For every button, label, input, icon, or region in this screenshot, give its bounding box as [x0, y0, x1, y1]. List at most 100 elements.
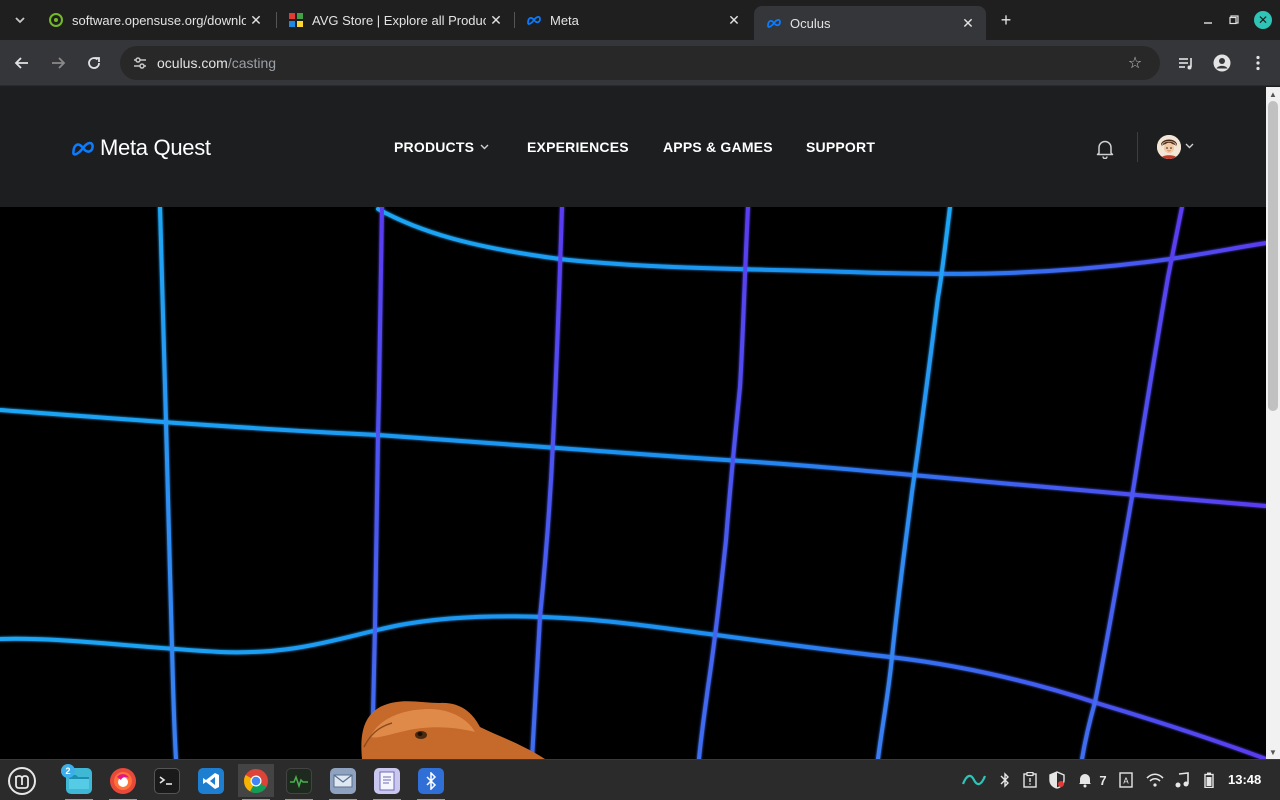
reload-button[interactable] — [82, 51, 106, 75]
site-info-button[interactable] — [128, 51, 152, 75]
tab-avg[interactable]: AVG Store | Explore all Products ✕ — [276, 0, 514, 40]
taskbar-bluetooth[interactable] — [413, 764, 449, 800]
arrow-left-icon — [14, 57, 28, 69]
tune-icon — [134, 57, 146, 69]
avatar-image — [1157, 135, 1181, 159]
linux-mint-menu-button[interactable] — [4, 764, 40, 797]
new-tab-button[interactable]: + — [996, 10, 1016, 30]
clock[interactable]: 13:48 — [1228, 772, 1261, 787]
tab-title: software.opensuse.org/download — [72, 12, 246, 28]
user-avatar[interactable] — [1157, 135, 1181, 159]
meta-quest-logo[interactable]: Meta Quest — [70, 135, 211, 161]
close-window-icon[interactable]: ✕ — [1254, 11, 1272, 29]
taskbar-files[interactable]: 2 — [61, 764, 97, 800]
close-tab-icon[interactable]: ✕ — [958, 13, 978, 33]
url-path: /casting — [227, 55, 277, 71]
scrollbar-thumb[interactable] — [1268, 101, 1278, 411]
tab-search-button[interactable] — [8, 8, 32, 32]
firefox-icon — [110, 767, 136, 794]
bluetooth-tray-icon[interactable] — [996, 770, 1014, 790]
tab-title: Oculus — [790, 15, 831, 31]
clipboard-tray-icon[interactable] — [1020, 770, 1040, 790]
url-host: oculus.com — [157, 55, 228, 71]
svg-text:A: A — [1123, 777, 1129, 786]
chevron-down-icon[interactable] — [1185, 141, 1194, 151]
terminal-icon — [154, 767, 180, 794]
meta-favicon-icon — [766, 15, 782, 31]
neon-grid-graphic — [0, 205, 1266, 759]
taskbar-terminal[interactable] — [149, 764, 185, 797]
nav-label: EXPERIENCES — [527, 139, 629, 155]
bell-icon — [1096, 140, 1114, 159]
media-queue-icon — [1179, 58, 1192, 70]
bookmark-star-icon[interactable]: ☆ — [1124, 52, 1146, 74]
mint-logo-icon — [8, 766, 36, 795]
tab-opensuse[interactable]: software.opensuse.org/download ✕ — [36, 0, 274, 40]
nav-products[interactable]: PRODUCTS — [394, 139, 489, 155]
browser-toolbar: oculus.com/casting ☆ — [0, 40, 1280, 86]
hero-visual — [0, 205, 1266, 759]
tab-strip: software.opensuse.org/download ✕ AVG Sto… — [0, 0, 1280, 40]
mail-icon — [330, 767, 356, 794]
vscode-icon — [198, 767, 224, 794]
minimize-icon[interactable] — [1198, 10, 1218, 30]
notifications-button[interactable] — [1093, 137, 1117, 161]
forward-button[interactable] — [46, 51, 70, 75]
url-text[interactable]: oculus.com/casting — [157, 55, 276, 71]
shield-tray-icon[interactable] — [1046, 770, 1068, 790]
chevron-down-icon — [15, 17, 25, 24]
opensuse-favicon-icon — [48, 12, 64, 28]
meta-logo-icon — [72, 141, 94, 156]
scroll-up-icon[interactable]: ▲ — [1266, 87, 1280, 101]
taskbar-system-monitor[interactable] — [281, 764, 317, 800]
maximize-icon[interactable] — [1224, 10, 1244, 30]
chrome-icon — [243, 768, 269, 794]
browser-menu-button[interactable] — [1246, 51, 1270, 75]
scroll-down-icon[interactable]: ▼ — [1266, 745, 1280, 759]
sound-tray-icon[interactable] — [1172, 770, 1192, 790]
site-header: Meta Quest PRODUCTS EXPERIENCES APPS & G… — [0, 87, 1266, 207]
nav-label: SUPPORT — [806, 139, 876, 155]
person-icon — [1213, 54, 1231, 72]
nav-experiences[interactable]: EXPERIENCES — [527, 139, 629, 155]
reload-icon — [88, 57, 100, 69]
close-tab-icon[interactable]: ✕ — [486, 10, 506, 30]
address-bar[interactable]: oculus.com/casting ☆ — [120, 46, 1160, 80]
meta-favicon-icon — [526, 12, 542, 28]
avg-favicon-icon — [288, 12, 304, 28]
text-editor-icon — [374, 767, 400, 794]
taskbar-vscode[interactable] — [193, 764, 229, 797]
battery-tray-icon[interactable] — [1200, 770, 1218, 790]
page-scrollbar[interactable]: ▲ ▼ — [1266, 87, 1280, 759]
nav-apps-games[interactable]: APPS & GAMES — [663, 139, 773, 155]
close-tab-icon[interactable]: ✕ — [724, 10, 744, 30]
bluetooth-icon — [418, 767, 444, 794]
tab-title: Meta — [550, 12, 579, 28]
document-tray-icon[interactable]: A — [1116, 770, 1136, 790]
taskbar-chrome[interactable] — [238, 764, 274, 800]
taskbar-mail[interactable] — [325, 764, 361, 800]
notifications-tray-icon[interactable] — [1074, 770, 1096, 790]
arrow-right-icon — [52, 57, 66, 69]
nav-label: APPS & GAMES — [663, 139, 773, 155]
tab-meta[interactable]: Meta ✕ — [514, 0, 752, 40]
creature-illustration — [361, 701, 545, 759]
back-button[interactable] — [10, 51, 34, 75]
tab-oculus[interactable]: Oculus ✕ — [754, 6, 986, 40]
web-page: Meta Quest PRODUCTS EXPERIENCES APPS & G… — [0, 87, 1266, 759]
profile-button[interactable] — [1210, 51, 1234, 75]
taskbar-text-editor[interactable] — [369, 764, 405, 800]
media-controls-button[interactable] — [1174, 51, 1198, 75]
kebab-menu-icon — [1256, 55, 1260, 71]
nav-support[interactable]: SUPPORT — [806, 139, 875, 155]
close-tab-icon[interactable]: ✕ — [246, 10, 266, 30]
tab-title: AVG Store | Explore all Products — [312, 12, 486, 28]
taskbar-firefox[interactable] — [105, 764, 141, 800]
screen: software.opensuse.org/download ✕ AVG Sto… — [0, 0, 1280, 800]
notification-count: 7 — [1099, 772, 1107, 788]
system-taskbar: 2 7 A 13:48 — [0, 759, 1280, 800]
mintupdate-tray-icon[interactable] — [962, 770, 986, 790]
header-divider — [1137, 132, 1138, 162]
wifi-tray-icon[interactable] — [1144, 770, 1166, 790]
files-window-count-badge: 2 — [61, 764, 75, 778]
